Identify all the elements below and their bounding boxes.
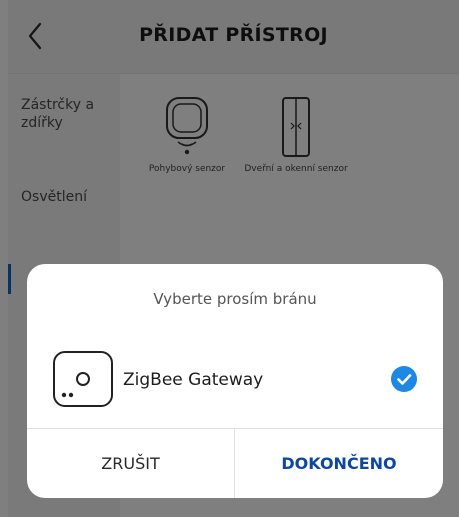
gateway-icon — [52, 350, 114, 408]
checkmark-icon[interactable] — [391, 366, 417, 392]
dialog-actions: ZRUŠIT DOKONČENO — [27, 428, 443, 498]
select-gateway-dialog: Vyberte prosím bránu ZigBee Gateway ZRUŠ… — [27, 264, 443, 498]
dialog-title: Vyberte prosím bránu — [153, 290, 317, 308]
cancel-button[interactable]: ZRUŠIT — [27, 429, 235, 498]
gateway-option[interactable]: ZigBee Gateway — [27, 350, 443, 412]
gateway-label: ZigBee Gateway — [123, 370, 264, 390]
done-button[interactable]: DOKONČENO — [235, 429, 443, 498]
